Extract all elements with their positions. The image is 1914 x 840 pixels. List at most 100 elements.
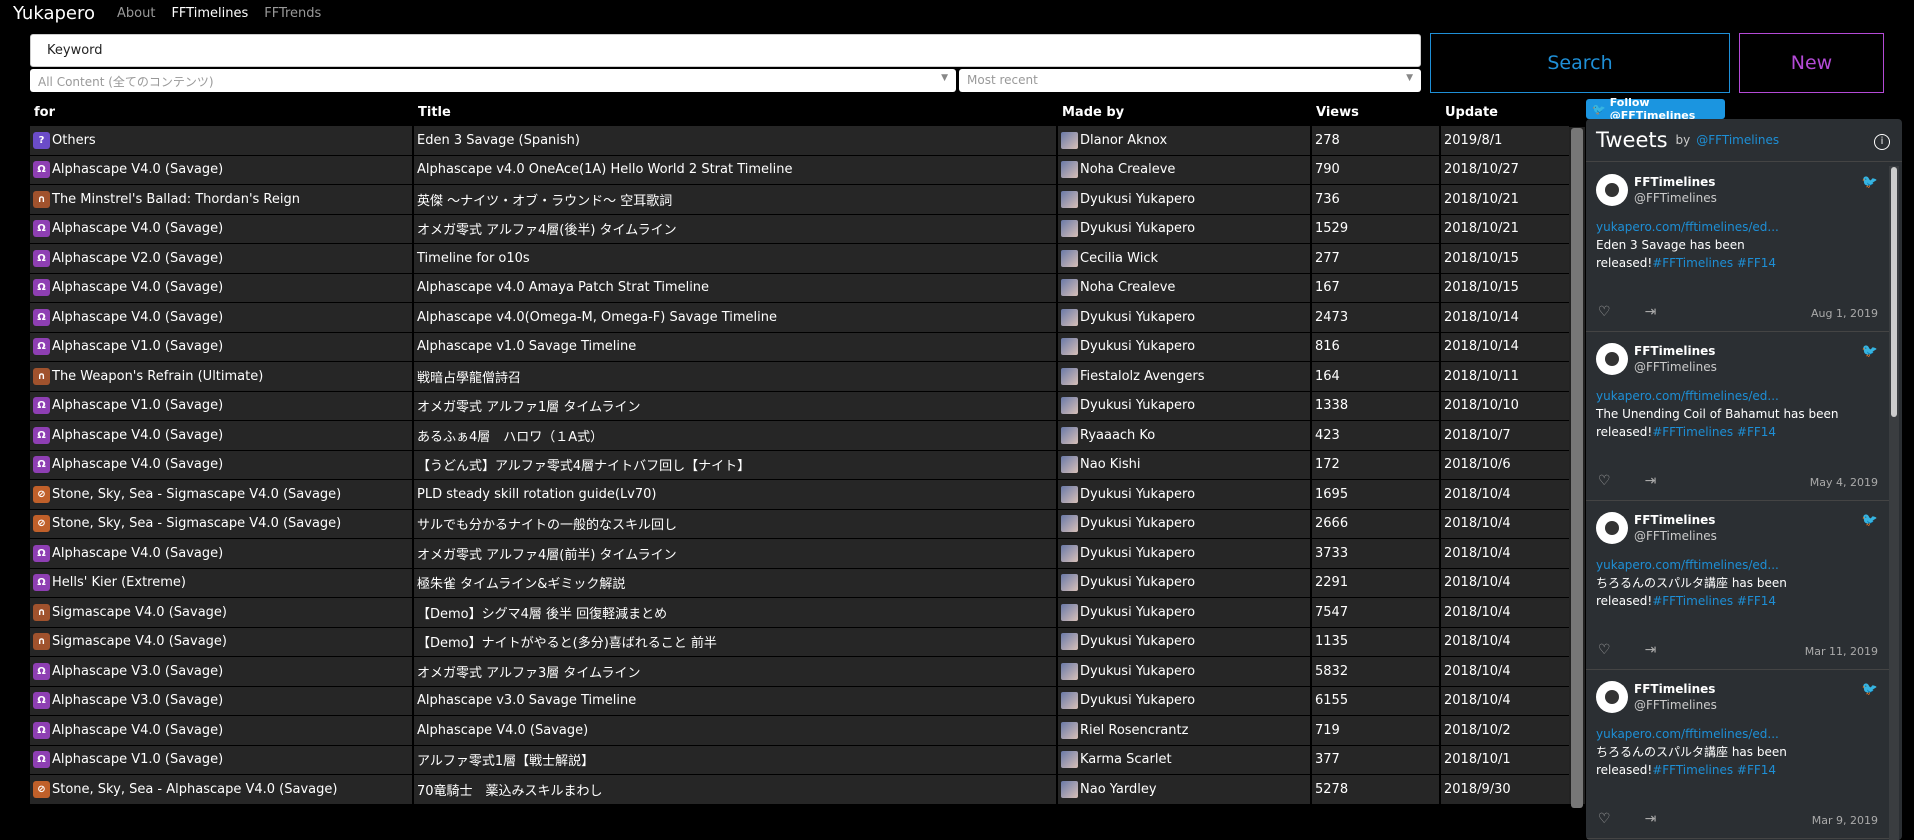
cell-for[interactable]: Ω Alphascape V4.0 (Savage) [30,450,414,480]
nav-fftrends[interactable]: FFTrends [264,6,321,21]
tweet[interactable]: FFTimelines @FFTimelines 🐦 yukapero.com/fft… [1586,163,1890,332]
content-select[interactable]: All Content (全てのコンテンツ) ▼ [30,69,956,92]
cell-made-by[interactable]: Cecilia Wick [1058,244,1312,274]
cell-title[interactable]: オメガ零式 アルファ1層 タイムライン [414,391,1058,421]
cell-made-by[interactable]: Dlanor Aknox [1058,126,1312,156]
cell-for[interactable]: ∩ The Weapon's Refrain (Ultimate) [30,362,414,392]
cell-made-by[interactable]: Fiestalolz Avengers [1058,362,1312,392]
cell-for[interactable]: Ω Alphascape V4.0 (Savage) [30,539,414,569]
cell-title[interactable]: 英傑 ～ナイツ・オブ・ラウンド～ 空耳歌詞 [414,185,1058,215]
cell-title[interactable]: 極朱雀 タイムライン&ギミック解説 [414,568,1058,598]
cell-made-by[interactable]: Dyukusi Yukapero [1058,598,1312,628]
cell-made-by[interactable]: Dyukusi Yukapero [1058,303,1312,333]
cell-for[interactable]: ⊘ Stone, Sky, Sea - Sigmascape V4.0 (Sava… [30,509,414,539]
cell-made-by[interactable]: Noha Crealeve [1058,155,1312,185]
sort-select[interactable]: Most recent ▼ [959,69,1421,92]
cell-made-by[interactable]: Dyukusi Yukapero [1058,627,1312,657]
cell-for[interactable]: ∩ The Minstrel's Ballad: Thordan's Reign [30,185,414,215]
table-row[interactable]: Ω Alphascape V2.0 (Savage) Timeline for o1… [30,244,1585,274]
tweet-author-handle[interactable]: @FFTimelines [1634,191,1717,205]
new-button[interactable]: New [1739,33,1884,93]
heart-icon[interactable]: ♡ [1598,811,1611,827]
cell-for[interactable]: Ω Alphascape V4.0 (Savage) [30,155,414,185]
table-row[interactable]: ∩ The Minstrel's Ballad: Thordan's Reign 英… [30,185,1585,215]
cell-title[interactable]: 【Demo】シグマ4層 後半 回復軽減まとめ [414,598,1058,628]
cell-title[interactable]: Alphascape v4.0 Amaya Patch Strat Timeli… [414,273,1058,303]
tweet-link[interactable]: yukapero.com/fftimelines/ed... [1596,389,1779,403]
tweet-date[interactable]: Aug 1, 2019 [1811,307,1878,320]
table-row[interactable]: ∩ The Weapon's Refrain (Ultimate) 戦暗占學龍僧詩召… [30,362,1585,392]
cell-made-by[interactable]: Dyukusi Yukapero [1058,480,1312,510]
cell-for[interactable]: Ω Alphascape V4.0 (Savage) [30,273,414,303]
tweet-link[interactable]: yukapero.com/fftimelines/ed... [1596,727,1779,741]
avatar[interactable] [1596,174,1628,206]
cell-made-by[interactable]: Karma Scarlet [1058,745,1312,775]
table-row[interactable]: Ω Alphascape V3.0 (Savage) オメガ零式 アルファ3層 タイ… [30,657,1585,687]
cell-title[interactable]: Timeline for o10s [414,244,1058,274]
tweet-author-name[interactable]: FFTimelines [1634,175,1715,189]
cell-title[interactable]: Eden 3 Savage (Spanish) [414,126,1058,156]
tweet[interactable]: FFTimelines @FFTimelines 🐦 yukapero.com/fft… [1586,332,1890,501]
table-row[interactable]: ⊘ Stone, Sky, Sea - Sigmascape V4.0 (Sava… [30,480,1585,510]
tweet-hashtags[interactable]: #FFTimelines #FF14 [1652,763,1776,777]
cell-title[interactable]: Alphascape v4.0(Omega-M, Omega-F) Savage… [414,303,1058,333]
cell-for[interactable]: Ω Alphascape V4.0 (Savage) [30,421,414,451]
cell-for[interactable]: Ω Alphascape V4.0 (Savage) [30,214,414,244]
twitter-bird-icon[interactable]: 🐦 [1862,513,1878,528]
table-row[interactable]: Ω Alphascape V1.0 (Savage) Alphascape v1.0… [30,332,1585,362]
cell-title[interactable]: Alphascape V4.0 (Savage) [414,716,1058,746]
cell-for[interactable]: ∩ Sigmascape V4.0 (Savage) [30,627,414,657]
cell-made-by[interactable]: Dyukusi Yukapero [1058,332,1312,362]
table-row[interactable]: Ω Alphascape V1.0 (Savage) オメガ零式 アルファ1層 タイ… [30,391,1585,421]
info-icon[interactable]: i [1874,134,1890,150]
avatar[interactable] [1596,343,1628,375]
cell-made-by[interactable]: Dyukusi Yukapero [1058,657,1312,687]
cell-made-by[interactable]: Ryaaach Ko [1058,421,1312,451]
cell-for[interactable]: Ω Alphascape V4.0 (Savage) [30,716,414,746]
cell-for[interactable]: ⊘ Stone, Sky, Sea - Alphascape V4.0 (Sava… [30,775,414,804]
tweet[interactable]: FFTimelines @FFTimelines 🐦 yukapero.com/fft… [1586,501,1890,670]
cell-for[interactable]: Ω Alphascape V1.0 (Savage) [30,332,414,362]
header-made-by[interactable]: Made by [1058,105,1312,120]
keyword-input[interactable]: Keyword [30,34,1421,67]
share-icon[interactable]: ⇥ [1645,304,1657,320]
tweet-date[interactable]: Mar 11, 2019 [1805,645,1878,658]
cell-title[interactable]: 戦暗占學龍僧詩召 [414,362,1058,392]
cell-for[interactable]: ? Others [30,126,414,156]
tweet-author-handle[interactable]: @FFTimelines [1634,529,1717,543]
cell-made-by[interactable]: Noha Crealeve [1058,273,1312,303]
table-row[interactable]: Ω Alphascape V4.0 (Savage) オメガ零式 アルファ4層(後半… [30,214,1585,244]
cell-title[interactable]: アルファ零式1層【戦士解説】 [414,745,1058,775]
tweet-hashtags[interactable]: #FFTimelines #FF14 [1652,594,1776,608]
twitter-scrollbar-thumb[interactable] [1891,167,1897,417]
heart-icon[interactable]: ♡ [1598,642,1611,658]
header-title[interactable]: Title [414,105,1058,120]
tweet-date[interactable]: Mar 9, 2019 [1812,814,1878,827]
tweet-author-handle[interactable]: @FFTimelines [1634,698,1717,712]
tweet-date[interactable]: May 4, 2019 [1810,476,1878,489]
cell-title[interactable]: 【Demo】ナイトがやると(多分)喜ばれること 前半 [414,627,1058,657]
header-views[interactable]: Views [1312,105,1441,120]
header-update[interactable]: Update [1441,105,1571,120]
share-icon[interactable]: ⇥ [1645,811,1657,827]
tweet-author-handle[interactable]: @FFTimelines [1634,360,1717,374]
table-row[interactable]: Ω Alphascape V1.0 (Savage) アルファ零式1層【戦士解説】 K… [30,745,1585,775]
tweet-author-name[interactable]: FFTimelines [1634,513,1715,527]
twitter-bird-icon[interactable]: 🐦 [1862,682,1878,697]
cell-made-by[interactable]: Nao Kishi [1058,450,1312,480]
table-row[interactable]: ? Others Eden 3 Savage (Spanish) Dlanor Akn… [30,126,1585,156]
table-row[interactable]: ∩ Sigmascape V4.0 (Savage) 【Demo】シグマ4層 後半 … [30,598,1585,628]
cell-title[interactable]: あるふぁ4層 ハロワ（１A式） [414,421,1058,451]
nav-fftimelines[interactable]: FFTimelines [171,6,248,21]
cell-made-by[interactable]: Nao Yardley [1058,775,1312,804]
cell-title[interactable]: Alphascape v1.0 Savage Timeline [414,332,1058,362]
brand-logo[interactable]: Yukapero [13,3,95,24]
cell-for[interactable]: Ω Alphascape V3.0 (Savage) [30,657,414,687]
table-row[interactable]: Ω Alphascape V4.0 (Savage) Alphascape v4.0… [30,155,1585,185]
cell-made-by[interactable]: Dyukusi Yukapero [1058,568,1312,598]
table-row[interactable]: ⊘ Stone, Sky, Sea - Sigmascape V4.0 (Sava… [30,509,1585,539]
table-row[interactable]: Ω Alphascape V4.0 (Savage) Alphascape V4.0… [30,716,1585,746]
twitter-bird-icon[interactable]: 🐦 [1862,175,1878,190]
tweet-link[interactable]: yukapero.com/fftimelines/ed... [1596,220,1779,234]
cell-title[interactable]: オメガ零式 アルファ4層(後半) タイムライン [414,214,1058,244]
